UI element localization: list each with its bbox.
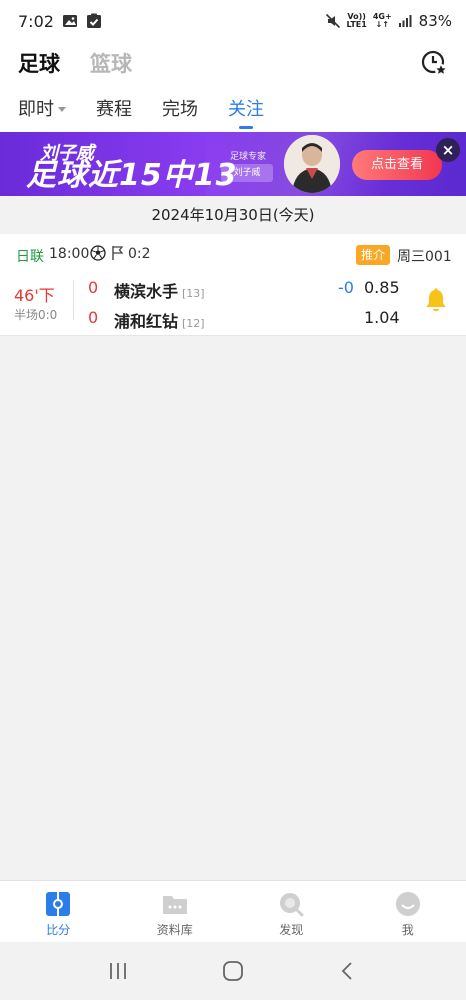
sport-header: 足球 篮球	[0, 42, 466, 84]
tab-score[interactable]: 比分	[0, 881, 117, 942]
mute-icon	[325, 13, 340, 29]
away-team: 浦和红钻 [12]	[114, 308, 205, 332]
status-time: 7:02	[18, 11, 54, 31]
recommend-badge[interactable]: 推介	[356, 245, 390, 265]
home-team: 横滨水手 [13]	[114, 278, 205, 302]
tab-score-label: 比分	[46, 923, 71, 937]
away-team-rank: [12]	[182, 317, 205, 330]
recent-apps-icon[interactable]	[107, 961, 129, 981]
home-team-rank: [13]	[182, 287, 205, 300]
battery-level: 83%	[418, 12, 452, 30]
tab-database[interactable]: 资料库	[117, 881, 234, 942]
profile-icon	[395, 892, 420, 916]
tab-me-label: 我	[401, 923, 414, 937]
folder-icon	[162, 896, 187, 914]
tab-database-label: 资料库	[156, 923, 193, 937]
tab-followed[interactable]: 关注	[228, 84, 264, 132]
tab-discover[interactable]: 发现	[233, 881, 350, 942]
handicap-line: -0	[338, 278, 354, 297]
match-row[interactable]: 日联 18:00 0:2 推介 周三001 46'下 半场0:0 0 横滨水手[…	[0, 234, 466, 336]
close-icon[interactable]: ×	[436, 138, 460, 162]
bottom-tab-bar: 比分 资料库 发现 我	[0, 880, 466, 942]
system-nav-bar	[0, 942, 466, 1000]
expert-avatar	[284, 135, 340, 193]
discover-icon	[280, 893, 304, 917]
away-score: 0	[88, 308, 99, 327]
banner-view-button[interactable]: 点击查看	[352, 150, 442, 180]
tab-finished[interactable]: 完场	[162, 84, 198, 132]
tab-me[interactable]: 我	[350, 881, 466, 942]
tab-football[interactable]: 足球	[18, 48, 60, 78]
bell-icon[interactable]	[424, 288, 448, 314]
network-indicator: 4G+ ↓↑	[372, 12, 392, 29]
away-team-name: 浦和红钻	[114, 312, 179, 331]
league-name: 日联	[16, 249, 44, 265]
tab-live[interactable]: 即时	[18, 84, 66, 132]
banner-headline: 足球近15中13	[26, 158, 238, 193]
home-odds: 0.85	[364, 278, 400, 297]
score-icon	[46, 892, 71, 916]
tab-schedule[interactable]: 赛程	[96, 84, 132, 132]
half-time-score: 半场0:0	[14, 308, 58, 322]
divider	[73, 280, 74, 320]
home-score: 0	[88, 278, 99, 297]
back-icon[interactable]	[337, 960, 359, 982]
promo-banner[interactable]: 刘子威 足球近15中13 足球专家 刘子威 点击查看 ×	[0, 132, 466, 196]
soccer-ball-icon	[90, 245, 106, 261]
match-minute: 46'下	[14, 286, 55, 305]
chevron-down-icon	[58, 106, 66, 112]
date-header: 2024年10月30日(今天)	[0, 196, 466, 234]
banner-role-name: 刘子威	[221, 164, 273, 182]
away-odds: 1.04	[364, 308, 400, 327]
home-team-name: 横滨水手	[114, 282, 179, 301]
signal-icon	[398, 15, 412, 27]
tab-discover-label: 发现	[279, 923, 304, 937]
status-bar: 7:02 Vo)) LTE1 4G+ ↓↑ 83%	[0, 0, 466, 42]
corner-flag-icon	[112, 246, 124, 260]
banner-role: 足球专家	[230, 152, 267, 162]
volte-indicator: Vo)) LTE1	[346, 12, 367, 29]
kickoff-time: 18:00	[49, 246, 90, 262]
match-filter-tabs: 即时 赛程 完场 关注	[0, 84, 466, 132]
match-number: 周三001	[397, 249, 452, 265]
image-icon	[62, 15, 77, 27]
check-square-icon	[86, 13, 101, 28]
history-star-icon[interactable]	[420, 49, 448, 77]
corner-count: 0:2	[128, 246, 151, 262]
tab-basketball[interactable]: 篮球	[90, 48, 132, 78]
home-icon[interactable]	[222, 960, 244, 982]
